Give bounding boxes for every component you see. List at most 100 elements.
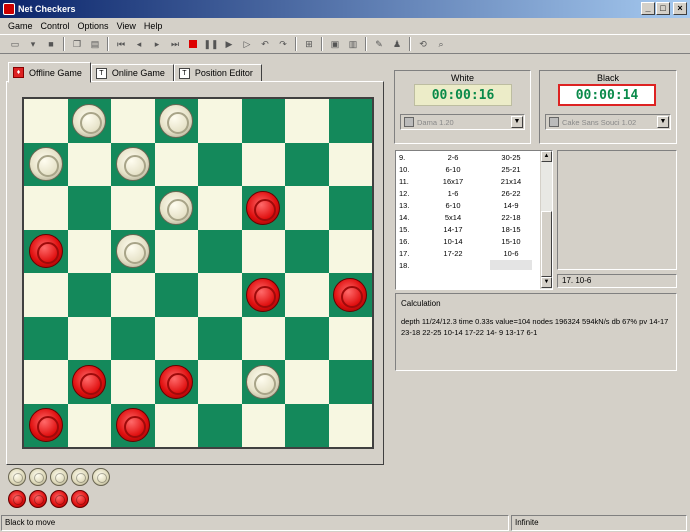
board-square[interactable] [111, 273, 155, 317]
board-square[interactable] [67, 403, 111, 447]
move-row[interactable]: 9. 2-6 30-25 [396, 151, 552, 163]
black-move[interactable]: 18-15 [482, 225, 540, 234]
move-row[interactable]: 15. 14-17 18-15 [396, 223, 552, 235]
board-square[interactable] [328, 360, 372, 404]
board-square[interactable] [24, 142, 68, 186]
board-square[interactable] [67, 273, 111, 317]
minimize-button[interactable]: _ [641, 2, 655, 15]
copy-icon[interactable]: ❐ [70, 37, 84, 51]
board-square[interactable] [24, 316, 68, 360]
black-move[interactable]: 21x14 [482, 177, 540, 186]
red-piece[interactable] [246, 277, 281, 312]
move-list-scrollbar[interactable]: ▲ ▼ [540, 151, 552, 289]
board-square[interactable] [241, 142, 285, 186]
board-square[interactable] [67, 360, 111, 404]
board-square[interactable] [285, 229, 329, 273]
red-piece[interactable] [159, 364, 194, 399]
board-square[interactable] [111, 142, 155, 186]
move-row[interactable]: 17. 17-22 10-6 [396, 247, 552, 259]
board-square[interactable] [241, 229, 285, 273]
board-square[interactable] [328, 186, 372, 230]
board-square[interactable] [154, 99, 198, 143]
black-move[interactable]: 26-22 [482, 189, 540, 198]
move-list[interactable]: 9. 2-6 30-25 10. 6-10 25-21 11. 16x17 21x14 12. 1-… [395, 150, 553, 290]
board-square[interactable] [24, 99, 68, 143]
layout-icon[interactable]: ▥ [346, 37, 360, 51]
new-icon[interactable]: ▭ [8, 37, 22, 51]
board-square[interactable] [241, 403, 285, 447]
play-icon[interactable]: ▶ [222, 37, 236, 51]
red-piece[interactable] [333, 277, 368, 312]
board-square[interactable] [111, 316, 155, 360]
board-view-icon[interactable]: ▣ [328, 37, 342, 51]
move-row[interactable]: 18. [396, 259, 552, 271]
board-square[interactable] [24, 360, 68, 404]
board-square[interactable] [241, 360, 285, 404]
board-square[interactable] [67, 99, 111, 143]
board-square[interactable] [154, 186, 198, 230]
board-square[interactable] [111, 229, 155, 273]
black-move[interactable]: 15-10 [482, 237, 540, 246]
board-square[interactable] [198, 142, 242, 186]
white-move[interactable]: 6-10 [424, 201, 482, 210]
board-square[interactable] [328, 142, 372, 186]
move-row[interactable]: 16. 10-14 15-10 [396, 235, 552, 247]
last-move-icon[interactable]: ⏭ [168, 37, 182, 51]
first-move-icon[interactable]: ⏮ [114, 37, 128, 51]
engine-icon[interactable]: ♟ [390, 37, 404, 51]
undo-icon[interactable]: ↶ [258, 37, 272, 51]
close-button[interactable]: × [673, 2, 687, 15]
board-square[interactable] [328, 99, 372, 143]
white-piece[interactable] [72, 103, 107, 138]
board-square[interactable] [111, 403, 155, 447]
board-square[interactable] [241, 316, 285, 360]
board-square[interactable] [67, 142, 111, 186]
black-move[interactable]: 30-25 [482, 153, 540, 162]
white-piece[interactable] [246, 364, 281, 399]
board-square[interactable] [328, 229, 372, 273]
board-square[interactable] [198, 273, 242, 317]
board-square[interactable] [198, 229, 242, 273]
move-row[interactable]: 10. 6-10 25-21 [396, 163, 552, 175]
next-move-icon[interactable]: ▸ [150, 37, 164, 51]
board-square[interactable] [154, 316, 198, 360]
black-move[interactable] [490, 260, 532, 270]
board-square[interactable] [111, 360, 155, 404]
white-piece[interactable] [28, 147, 63, 182]
board-square[interactable] [24, 273, 68, 317]
white-move[interactable]: 6-10 [424, 165, 482, 174]
menu-options[interactable]: Options [74, 21, 113, 31]
board-square[interactable] [154, 229, 198, 273]
black-engine-select[interactable]: Cake Sans Souci 1.02 ▼ [545, 114, 671, 130]
paste-icon[interactable]: ▤ [88, 37, 102, 51]
red-piece[interactable] [28, 234, 63, 269]
chevron-down-icon[interactable]: ▼ [511, 116, 523, 128]
board-square[interactable] [285, 273, 329, 317]
redo-icon[interactable]: ↷ [276, 37, 290, 51]
black-move[interactable]: 22-18 [482, 213, 540, 222]
board-square[interactable] [154, 403, 198, 447]
chevron-down-icon[interactable]: ▼ [657, 116, 669, 128]
board-square[interactable] [198, 316, 242, 360]
open-icon[interactable]: ▾ [26, 37, 40, 51]
board-square[interactable] [285, 186, 329, 230]
menu-view[interactable]: View [113, 21, 140, 31]
flip-board-icon[interactable]: ⊞ [302, 37, 316, 51]
white-move[interactable]: 1-6 [424, 189, 482, 198]
white-piece[interactable] [159, 103, 194, 138]
board-square[interactable] [285, 403, 329, 447]
board-square[interactable] [285, 142, 329, 186]
scroll-up-button[interactable]: ▲ [541, 151, 552, 162]
checkers-board[interactable] [22, 97, 374, 449]
move-row[interactable]: 14. 5x14 22-18 [396, 211, 552, 223]
white-move[interactable]: 2-6 [424, 153, 482, 162]
board-square[interactable] [67, 186, 111, 230]
menu-game[interactable]: Game [4, 21, 37, 31]
move-row[interactable]: 11. 16x17 21x14 [396, 175, 552, 187]
board-square[interactable] [154, 273, 198, 317]
settings-icon[interactable]: ✎ [372, 37, 386, 51]
white-piece[interactable] [159, 190, 194, 225]
board-square[interactable] [154, 360, 198, 404]
tab-offline-game[interactable]: ♦ Offline Game [8, 62, 91, 83]
save-icon[interactable]: ■ [44, 37, 58, 51]
